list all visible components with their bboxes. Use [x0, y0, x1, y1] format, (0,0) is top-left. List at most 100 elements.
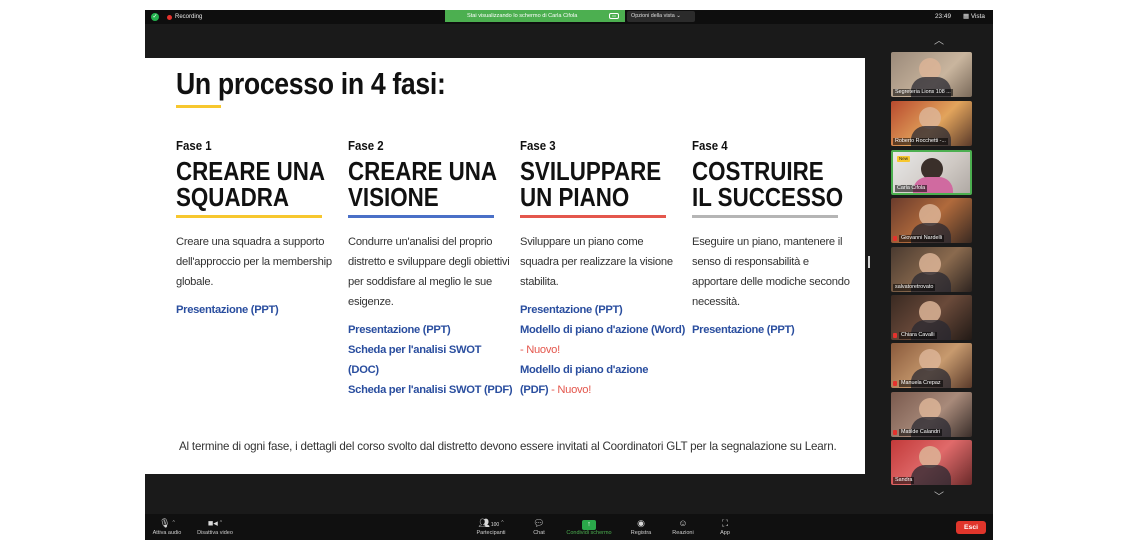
apps-button[interactable]: ⛶ App — [713, 517, 737, 537]
phase-heading-line: SVILUPPARE — [520, 156, 662, 186]
phase-label: Fase 1 — [176, 138, 212, 153]
mic-muted-icon — [893, 333, 897, 338]
apps-grid-icon: ⛶ — [721, 518, 729, 528]
caret-up-icon[interactable]: ^ — [501, 520, 503, 526]
phase-heading-line: COSTRUIRE — [692, 156, 824, 186]
action-plan-pdf-link[interactable]: Modello di piano d'azione (PDF) - Nuovo! — [520, 360, 652, 400]
phase-underline — [692, 215, 838, 218]
phase-description: Creare una squadra a supporto dell'appro… — [176, 236, 332, 288]
participant-tile[interactable]: Sandra — [891, 440, 972, 485]
top-bar: ✓ Recording Stai visualizzando lo scherm… — [145, 10, 993, 24]
phase-heading-line: CREARE UNA — [348, 156, 498, 186]
participant-video — [911, 465, 951, 485]
record-button[interactable]: ◉ Registra — [625, 517, 657, 537]
participant-name: Chiara Cavalli — [899, 332, 937, 339]
participant-tile[interactable]: Chiara Cavalli — [891, 295, 972, 340]
phase-heading-line: SQUADRA — [176, 182, 290, 212]
chevron-down-icon[interactable]: ﹀ — [933, 493, 945, 503]
phase-links: Presentazione (PPT) — [176, 300, 346, 320]
phase-heading: CREARE UNA VISIONE — [348, 156, 498, 212]
share-screen-label: Condividi schermo — [566, 530, 612, 536]
phase-description: Condurre un'analisi del proprio distrett… — [348, 236, 510, 308]
caret-up-icon[interactable]: ^ — [173, 520, 175, 526]
share-screen-button[interactable]: ↑ Condividi schermo — [560, 517, 618, 537]
participant-tile[interactable]: Manuela Crepaz — [891, 343, 972, 388]
presentation-link[interactable]: Presentazione (PPT) — [520, 300, 690, 320]
swot-doc-link[interactable]: Scheda per l'analisi SWOT (DOC) — [348, 340, 488, 380]
phase-heading-line: UN PIANO — [520, 182, 630, 212]
action-plan-word-link[interactable]: Modello di piano d'azione (Word) - Nuovo… — [520, 320, 690, 360]
unmute-audio-label: Attiva audio — [152, 530, 182, 536]
shared-screen-slide: Un processo in 4 fasi: Fase 1 CREARE UNA… — [145, 58, 865, 474]
participant-tile[interactable]: Segreteria Lions 108 ... — [891, 52, 972, 97]
phase-column-2: Fase 2 CREARE UNA VISIONE Condurre un'an… — [348, 138, 518, 400]
phase-underline — [348, 215, 494, 218]
presentation-link[interactable]: Presentazione (PPT) — [176, 300, 346, 320]
apps-label: App — [720, 530, 730, 536]
zoom-meeting-window: ✓ Recording Stai visualizzando lo scherm… — [145, 10, 993, 540]
recording-label: Recording — [175, 14, 203, 20]
participant-tile[interactable]: Roberto Rocchetti -... — [891, 101, 972, 146]
phase-links: Presentazione (PPT) Modello di piano d'a… — [520, 300, 690, 400]
chevron-up-icon[interactable]: ︿ — [933, 37, 945, 47]
participant-name: Carla Cifola — [895, 185, 928, 192]
stop-video-label: Disattiva video — [197, 530, 233, 536]
reaction-smiley-icon: ☺ — [678, 518, 688, 528]
unmute-audio-button[interactable]: 🎙︎ ^ Attiva audio — [147, 517, 187, 537]
panel-resize-handle[interactable] — [868, 256, 870, 268]
participant-tile[interactable]: salvatoretrovato — [891, 247, 972, 292]
participant-name: Giovanni Nardelli — [899, 235, 945, 242]
share-screen-icon: ↑ — [560, 517, 618, 530]
mic-off-icon: 🎙︎ ^ — [159, 518, 175, 528]
reactions-button[interactable]: ☺ Reazioni — [667, 517, 699, 537]
new-tag: - Nuovo! — [551, 384, 592, 396]
view-button[interactable]: ▦ Vista — [963, 13, 985, 21]
leave-meeting-button[interactable]: Esci — [956, 521, 986, 534]
phase-underline — [520, 215, 666, 218]
recording-indicator[interactable]: Recording — [167, 13, 202, 21]
presentation-link[interactable]: Presentazione (PPT) — [348, 320, 518, 340]
phase-heading: CREARE UNA SQUADRA — [176, 156, 326, 212]
phase-description: Sviluppare un piano come squadra per rea… — [520, 236, 673, 288]
view-button-label: Vista — [970, 13, 985, 20]
participant-name: Matilde Calandri — [899, 429, 942, 436]
security-shield-icon[interactable]: ✓ — [151, 13, 159, 21]
phase-column-4: Fase 4 COSTRUIRE IL SUCCESSO Eseguire un… — [692, 138, 862, 340]
swot-pdf-link[interactable]: Scheda per l'analisi SWOT (PDF) — [348, 380, 518, 400]
chat-button[interactable]: 💬︎ Chat — [527, 517, 551, 537]
screen-sharing-banner: Stai visualizzando lo schermo di Carla C… — [445, 10, 625, 22]
participants-button[interactable]: 👥︎100 ^ Partecipanti — [467, 517, 515, 537]
participant-name: Roberto Rocchetti -... — [893, 138, 948, 145]
sharing-banner-text: Stai visualizzando lo schermo di Carla C… — [467, 13, 578, 19]
phase-column-1: Fase 1 CREARE UNA SQUADRA Creare una squ… — [176, 138, 346, 320]
phase-heading: SVILUPPARE UN PIANO — [520, 158, 666, 210]
title-underline — [176, 105, 221, 108]
stop-video-button[interactable]: ■◂ ^ Disattiva video — [191, 517, 239, 537]
phase-heading-line: VISIONE — [348, 182, 439, 212]
phase-label: Fase 2 — [348, 138, 384, 153]
participant-name: Manuela Crepaz — [899, 380, 943, 387]
phase-column-3: Fase 3 SVILUPPARE UN PIANO Sviluppare un… — [520, 138, 690, 400]
view-options-button[interactable]: Opzioni della vista ⌄ — [627, 11, 695, 22]
presentation-link[interactable]: Presentazione (PPT) — [692, 320, 862, 340]
record-icon: ◉ — [637, 518, 645, 528]
participants-icon: 👥︎100 ^ — [478, 518, 504, 528]
participant-name: salvatoretrovato — [893, 284, 936, 291]
participant-tile-active-speaker[interactable]: New Carla Cifola — [891, 150, 972, 195]
participant-tile[interactable]: Giovanni Nardelli — [891, 198, 972, 243]
recording-dot-icon — [167, 14, 172, 20]
mic-muted-icon — [893, 381, 897, 386]
participant-tile[interactable]: Matilde Calandri — [891, 392, 972, 437]
share-window-icon[interactable]: ▭ — [609, 13, 619, 19]
action-plan-word-text: Modello di piano d'azione (Word) — [520, 324, 686, 336]
slide-footer-note: Al termine di ogni fase, i dettagli del … — [179, 440, 837, 453]
new-tag: - Nuovo! — [520, 344, 560, 356]
caret-up-icon[interactable]: ^ — [220, 520, 222, 526]
chat-label: Chat — [533, 530, 545, 536]
phase-label: Fase 3 — [520, 138, 556, 153]
participants-label: Partecipanti — [476, 530, 506, 536]
phase-heading-line: IL SUCCESSO — [692, 182, 844, 212]
chat-bubble-icon: 💬︎ — [533, 518, 545, 528]
phase-heading-line: CREARE UNA — [176, 156, 326, 186]
reactions-label: Reazioni — [672, 530, 694, 536]
